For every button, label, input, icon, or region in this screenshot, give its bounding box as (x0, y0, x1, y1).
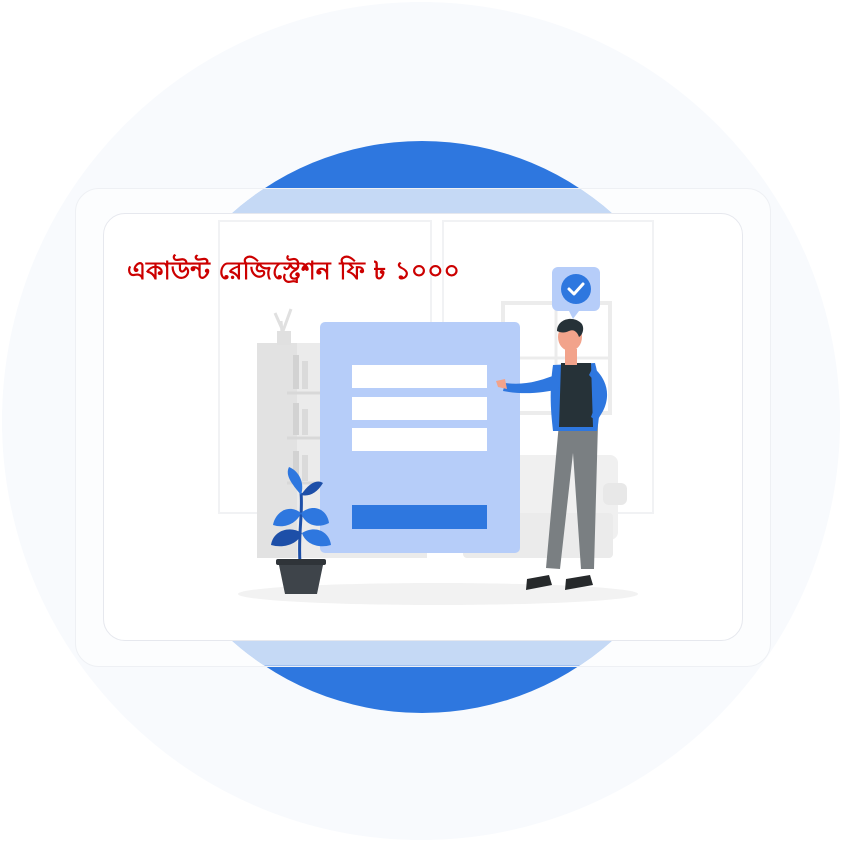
registration-form-graphic (320, 322, 520, 553)
form-submit-bar (352, 505, 487, 529)
page-title: একাউন্ট রেজিস্ট্রেশন ফি ৳ ১০০০ (127, 256, 460, 285)
checkmark-speech-bubble-icon (552, 267, 600, 319)
form-field-2 (352, 397, 487, 420)
form-field-3 (352, 428, 487, 451)
form-field-1 (352, 365, 487, 388)
